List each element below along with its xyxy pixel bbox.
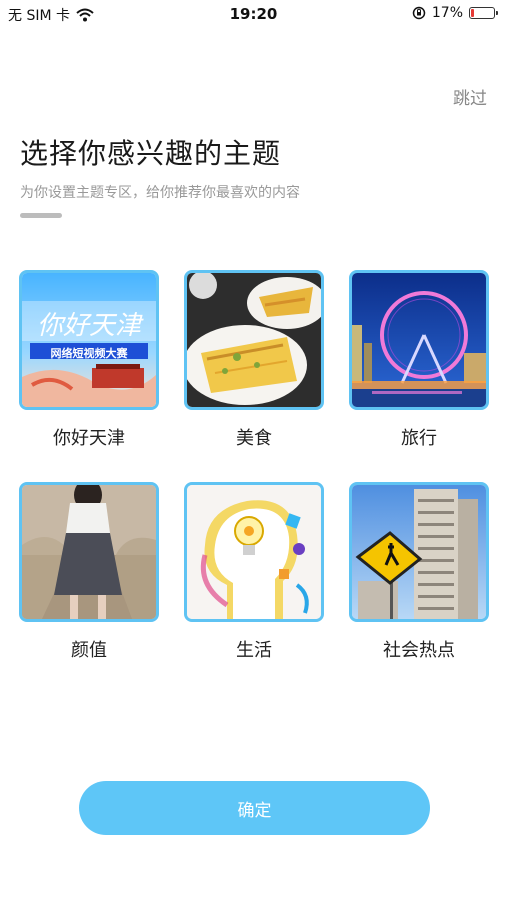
portrait-image xyxy=(22,485,156,619)
topic-tile-food[interactable]: 美食 xyxy=(184,270,324,450)
topic-tile-hot-news[interactable]: 社会热点 xyxy=(349,482,489,662)
topic-tile-tianjin[interactable]: 你好天津 网络短视频大赛 你好天津 xyxy=(19,270,159,450)
topic-label: 颜值 xyxy=(71,640,107,661)
step-progress-fill xyxy=(20,213,62,218)
topic-label: 社会热点 xyxy=(383,640,455,661)
banner-title: 你好天津 xyxy=(36,311,141,341)
food-image xyxy=(187,273,321,407)
topic-image-travel xyxy=(349,270,489,410)
topic-image-tianjin: 你好天津 网络短视频大赛 xyxy=(19,270,159,410)
status-bar: 无 SIM 卡 19:20 17% xyxy=(0,0,507,28)
topic-image-food xyxy=(184,270,324,410)
topic-label: 你好天津 xyxy=(53,428,125,449)
confirm-button[interactable]: 确定 xyxy=(79,781,430,835)
page-title: 选择你感兴趣的主题 xyxy=(20,137,282,170)
topic-tile-travel[interactable]: 旅行 xyxy=(349,270,489,450)
orientation-lock-icon xyxy=(412,6,426,20)
topic-tile-life[interactable]: 生活 xyxy=(184,482,324,662)
topic-image-hot-news xyxy=(349,482,489,622)
banner-subtitle: 网络短视频大赛 xyxy=(50,347,128,360)
city-building-image xyxy=(352,485,486,619)
topic-tile-looks[interactable]: 颜值 xyxy=(19,482,159,662)
battery-percent: 17% xyxy=(431,5,463,21)
topic-label: 旅行 xyxy=(401,428,437,449)
topic-label: 美食 xyxy=(236,428,272,449)
page-subtitle: 为你设置主题专区，给你推荐你最喜欢的内容 xyxy=(20,185,300,201)
battery-level-fill xyxy=(471,9,474,17)
status-right: 17% xyxy=(412,5,498,21)
ferris-wheel-image xyxy=(352,273,486,407)
topic-image-life xyxy=(184,482,324,622)
battery-icon xyxy=(469,7,498,19)
topic-label: 生活 xyxy=(236,640,272,661)
skip-button[interactable]: 跳过 xyxy=(453,84,487,109)
step-progress-indicator xyxy=(20,213,62,218)
topic-image-looks xyxy=(19,482,159,622)
creative-head-image xyxy=(187,485,321,619)
